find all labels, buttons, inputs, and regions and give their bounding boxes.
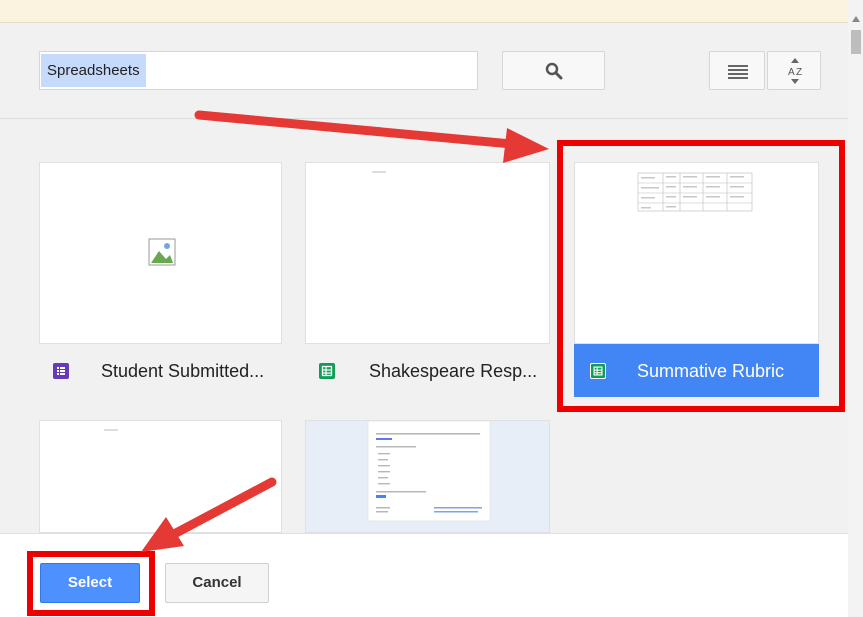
thumbnail-preview	[372, 171, 386, 173]
broken-image-icon	[148, 238, 176, 266]
file-title: Shakespeare Resp...	[369, 361, 538, 381]
select-button[interactable]: Select	[40, 563, 140, 603]
sheets-icon	[590, 363, 606, 379]
divider	[0, 118, 848, 119]
annotation-arrow	[194, 110, 549, 163]
sort-button[interactable]: A Z	[767, 51, 821, 90]
forms-icon	[53, 363, 69, 379]
search-filter-chip[interactable]: Spreadsheets	[41, 54, 146, 87]
search-button[interactable]	[502, 51, 605, 90]
file-title: Summative Rubric	[637, 361, 785, 381]
svg-text:Z: Z	[796, 67, 802, 78]
file-thumbnail[interactable]	[574, 162, 819, 344]
list-view-icon	[728, 65, 748, 79]
list-view-button[interactable]	[709, 51, 765, 90]
thumbnail-preview	[367, 420, 491, 522]
file-title: Student Submitted...	[101, 361, 265, 381]
file-thumbnail[interactable]	[305, 162, 550, 344]
file-card-shakespeare[interactable]: Shakespeare Resp...	[305, 344, 550, 397]
scroll-up-arrow-icon[interactable]	[850, 14, 862, 24]
thumbnail-preview	[637, 172, 753, 212]
sort-az-icon: A Z	[788, 58, 802, 84]
vertical-scrollbar[interactable]	[848, 0, 863, 616]
cancel-button[interactable]: Cancel	[165, 563, 269, 603]
file-thumbnail[interactable]	[305, 420, 550, 533]
notification-bar	[0, 0, 848, 23]
file-thumbnail[interactable]	[39, 420, 282, 533]
file-thumbnail[interactable]	[39, 162, 282, 344]
sheets-icon	[319, 363, 335, 379]
search-icon	[545, 62, 563, 80]
file-card-student-submitted[interactable]: Student Submitted...	[39, 344, 282, 397]
file-card-summative-rubric-selected[interactable]: Summative Rubric	[574, 344, 819, 397]
scrollbar-thumb[interactable]	[851, 30, 861, 54]
thumbnail-preview	[104, 429, 118, 431]
svg-text:A: A	[788, 67, 795, 78]
